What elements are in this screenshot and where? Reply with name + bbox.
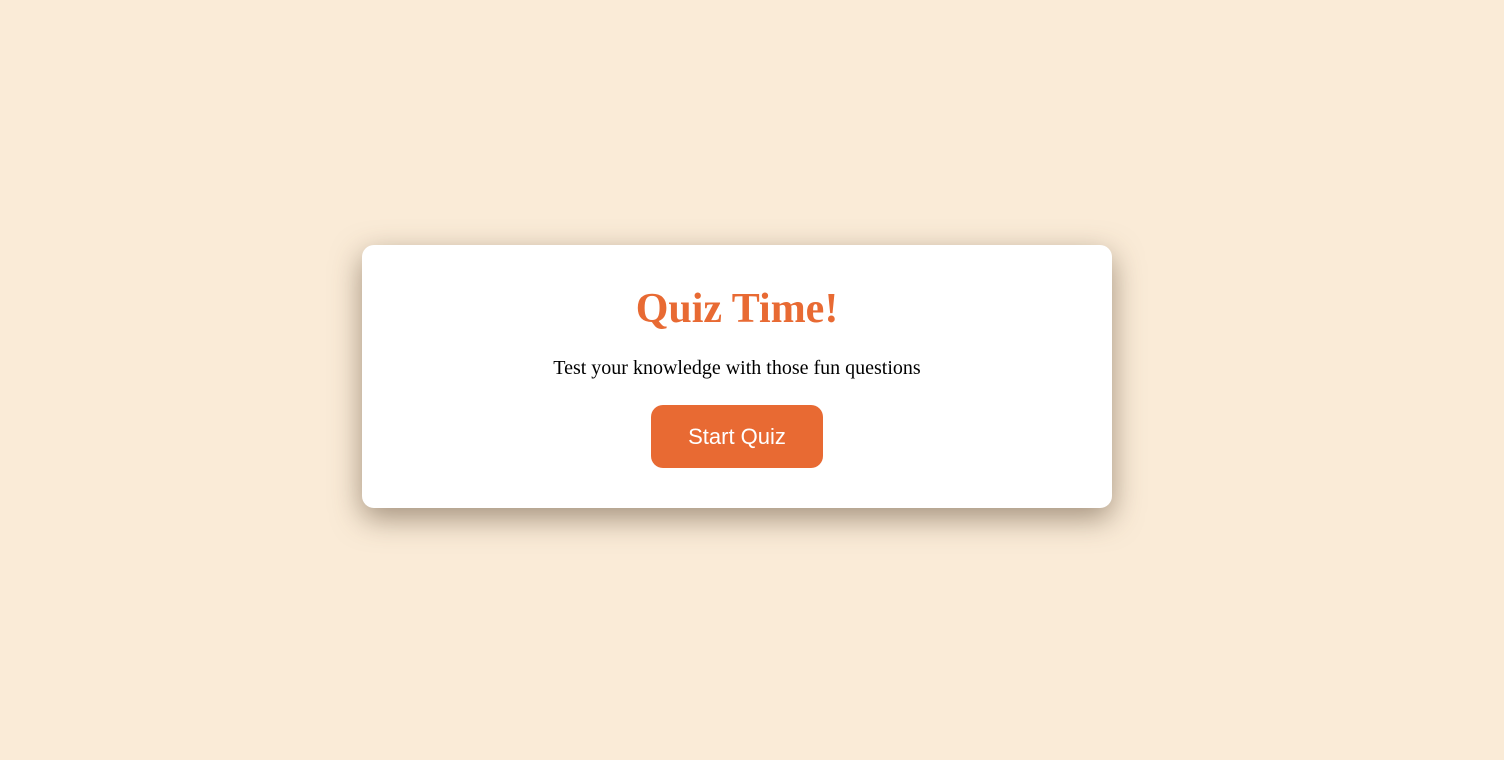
quiz-start-card: Quiz Time! Test your knowledge with thos… [362,245,1112,508]
quiz-description: Test your knowledge with those fun quest… [553,357,921,379]
start-quiz-button[interactable]: Start Quiz [651,405,823,468]
page-title: Quiz Time! [635,286,839,332]
